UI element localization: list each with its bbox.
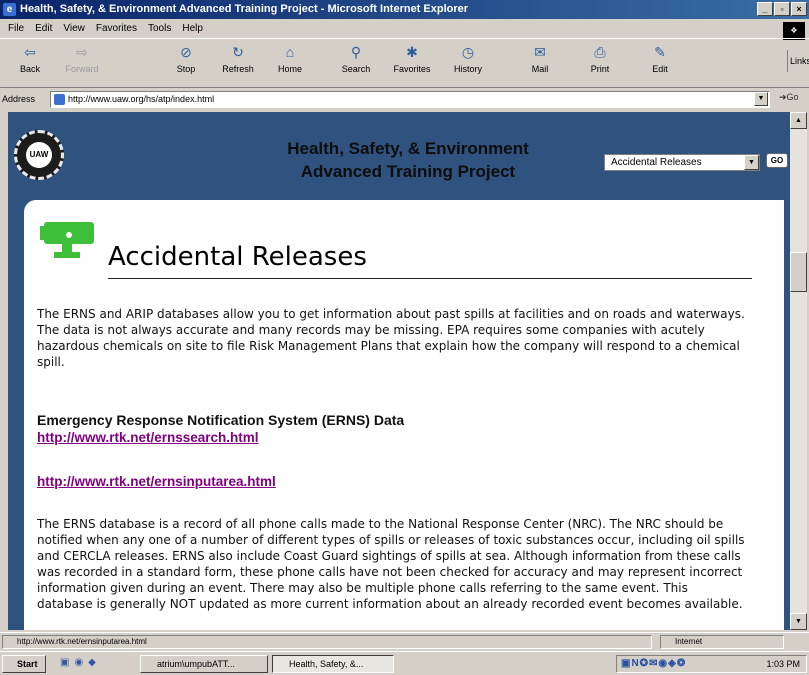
home-icon: ⌂: [285, 44, 295, 60]
back-button[interactable]: ⇦ Back: [10, 43, 50, 74]
favorites-icon: ✱: [406, 44, 418, 60]
menu-bar: File Edit View Favorites Tools Help: [0, 19, 809, 37]
page-icon: [54, 94, 65, 105]
site-title: Health, Safety, & Environment Advanced T…: [287, 139, 529, 181]
clock: 1:03 PM: [766, 659, 800, 669]
stop-button[interactable]: ⊘ Stop: [166, 43, 206, 74]
print-icon: ⎙: [594, 44, 606, 60]
window-controls: _ ▫ ×: [757, 2, 807, 16]
menu-favorites[interactable]: Favorites: [96, 23, 137, 34]
stop-icon: ⊘: [180, 44, 192, 60]
erns-input-link[interactable]: http://www.rtk.net/ernsinputarea.html: [37, 474, 276, 489]
taskbar-item-ie[interactable]: Health, Safety, &...: [272, 655, 394, 673]
toolbar: ⇦ Back ⇨ Forward ⊘ Stop ↻ Refresh ⌂ Home ⚲ Sea…: [0, 38, 809, 88]
maximize-button[interactable]: ▫: [774, 2, 790, 16]
ie-logo-icon: e: [3, 3, 16, 16]
scroll-down-button[interactable]: ▼: [790, 613, 807, 630]
home-button[interactable]: ⌂ Home: [270, 43, 310, 74]
taskbar-item-atrium[interactable]: atrium\umpubATT...: [140, 655, 268, 673]
start-button[interactable]: Start: [2, 655, 46, 673]
vertical-scrollbar[interactable]: ▲ ▼: [790, 112, 807, 630]
web-content: UAW Health, Safety, & Environment Advanc…: [8, 112, 790, 630]
address-input[interactable]: http://www.uaw.org/hs/atp/index.html: [50, 91, 770, 108]
back-arrow-icon: ⇦: [24, 44, 36, 60]
window-title-bar[interactable]: e Health, Safety, & Environment Advanced…: [0, 0, 809, 19]
edit-button[interactable]: ✎ Edit: [640, 43, 680, 74]
address-go-button[interactable]: ➜Go: [779, 92, 799, 103]
system-tray: ▣N✪✉◉◈❂ 1:03 PM: [616, 655, 807, 673]
address-label: Address: [2, 94, 36, 104]
search-button[interactable]: ⚲ Search: [336, 43, 376, 74]
scroll-thumb[interactable]: [790, 252, 807, 292]
favorites-button[interactable]: ✱ Favorites: [392, 43, 432, 74]
topic-select[interactable]: Accidental Releases ▼: [604, 154, 760, 171]
search-icon: ⚲: [350, 44, 362, 60]
history-icon: ◷: [461, 44, 475, 60]
menu-help[interactable]: Help: [182, 23, 203, 34]
edit-icon: ✎: [654, 44, 666, 60]
window-title: Health, Safety, & Environment Advanced T…: [20, 3, 469, 15]
quick-launch-icons[interactable]: ▣◉◆: [60, 657, 101, 668]
tray-icons[interactable]: ▣N✪✉◉◈❂: [621, 658, 686, 669]
mail-button[interactable]: ✉ Mail: [520, 43, 560, 74]
page-title: Accidental Releases: [108, 242, 752, 279]
print-button[interactable]: ⎙ Print: [580, 43, 620, 74]
go-arrow-icon: ➜: [779, 92, 787, 102]
address-bar: Address http://www.uaw.org/hs/atp/index.…: [0, 88, 809, 110]
intro-paragraph: The ERNS and ARIP databases allow you to…: [37, 307, 745, 369]
refresh-icon: ↻: [232, 44, 244, 60]
forward-arrow-icon: ⇨: [76, 44, 88, 60]
seal-text: UAW: [26, 142, 52, 168]
status-text: http://www.rtk.net/ernsinputarea.html: [2, 635, 652, 649]
history-button[interactable]: ◷ History: [448, 43, 488, 74]
status-bar: http://www.rtk.net/ernsinputarea.html In…: [0, 632, 809, 650]
minimize-button[interactable]: _: [757, 2, 773, 16]
emergency-release-icon: [40, 222, 94, 258]
erns-search-link[interactable]: http://www.rtk.net/ernssearch.html: [37, 430, 259, 445]
content-panel: Accidental Releases The ERNS and ARIP da…: [24, 200, 784, 630]
address-url: http://www.uaw.org/hs/atp/index.html: [68, 94, 215, 104]
links-button[interactable]: Links: [787, 50, 809, 72]
mail-icon: ✉: [534, 44, 546, 60]
uaw-seal-logo: UAW: [14, 130, 64, 180]
menu-edit[interactable]: Edit: [35, 23, 52, 34]
taskbar: Start ▣◉◆ atrium\umpubATT... Health, Saf…: [0, 651, 809, 675]
close-button[interactable]: ×: [791, 2, 807, 16]
security-zone: Internet: [660, 635, 784, 649]
menu-tools[interactable]: Tools: [148, 23, 171, 34]
refresh-button[interactable]: ↻ Refresh: [218, 43, 258, 74]
scroll-up-button[interactable]: ▲: [790, 112, 807, 129]
erns-description: The ERNS database is a record of all pho…: [37, 517, 745, 611]
address-dropdown-button[interactable]: ▼: [754, 92, 768, 106]
chevron-down-icon[interactable]: ▼: [744, 155, 759, 170]
topic-go-button[interactable]: GO: [766, 153, 788, 168]
menu-file[interactable]: File: [8, 23, 24, 34]
menu-view[interactable]: View: [63, 23, 85, 34]
section-heading: Emergency Response Notification System (…: [37, 412, 405, 428]
site-banner: UAW Health, Safety, & Environment Advanc…: [8, 112, 790, 200]
forward-button[interactable]: ⇨ Forward: [62, 43, 102, 74]
